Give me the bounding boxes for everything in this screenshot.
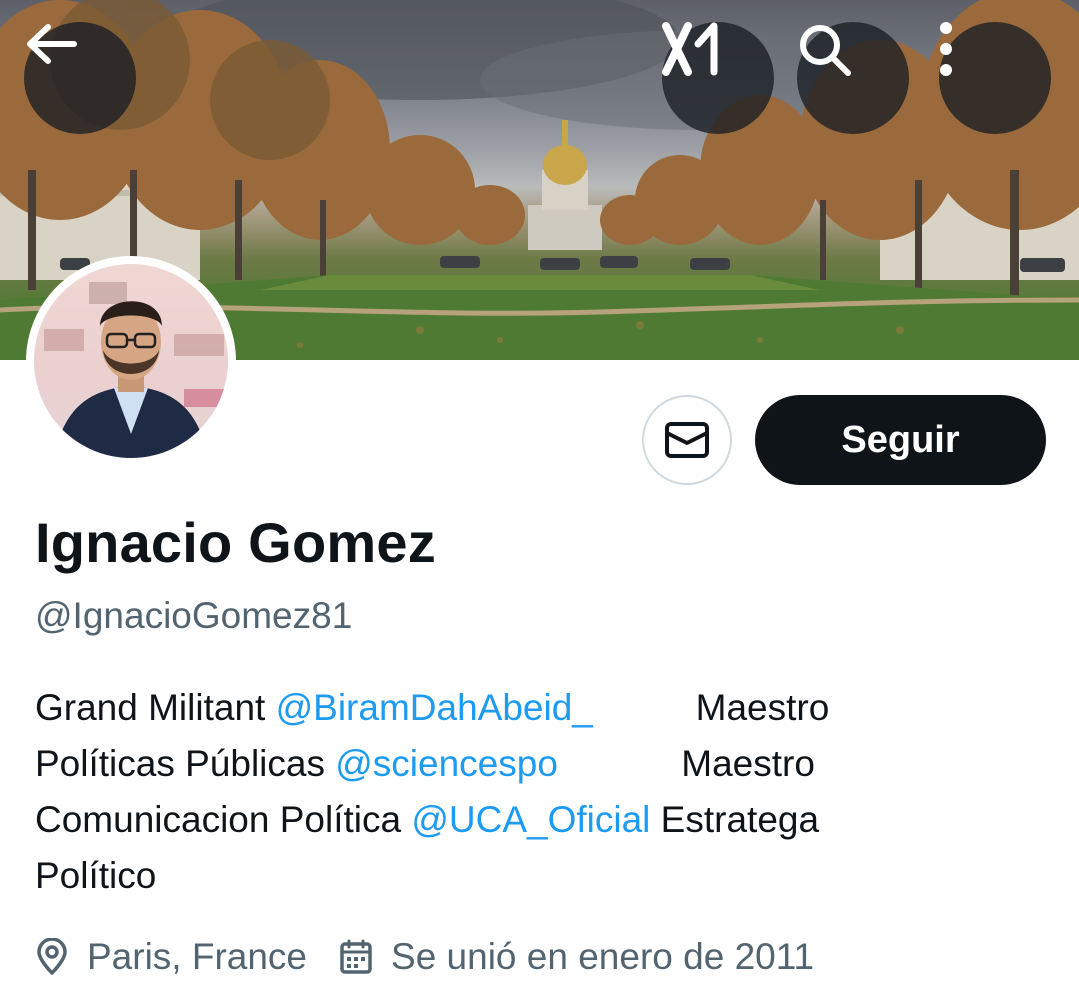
profile-bio: Grand Militant @BiramDahAbeid_ Maestro P…: [35, 680, 1035, 904]
bio-line: Político: [35, 848, 1035, 904]
profile-meta: Paris, France Se unió en enero de 2011: [35, 936, 846, 978]
bio-text: Estratega: [650, 799, 820, 840]
arrow-left-icon: [27, 24, 77, 64]
search-button[interactable]: [797, 22, 909, 134]
grok-logo-icon: [662, 22, 718, 76]
profile-avatar[interactable]: [26, 256, 236, 466]
envelope-icon: [665, 422, 709, 458]
follow-button[interactable]: Seguir: [755, 395, 1046, 485]
display-name: Ignacio Gomez: [35, 511, 436, 574]
username-handle: @IgnacioGomez81: [35, 595, 353, 636]
back-button[interactable]: [24, 22, 136, 134]
bio-line: Políticas Públicas @sciencespo Maestro: [35, 736, 1035, 792]
bio-text: Maestro: [557, 743, 815, 784]
location-item: Paris, France: [35, 936, 307, 978]
bio-text: Grand Militant: [35, 687, 276, 728]
more-options-button[interactable]: [939, 22, 1051, 134]
joined-date-text: Se unió en enero de 2011: [391, 936, 815, 977]
avatar-portrait: [44, 282, 224, 458]
bio-text: Comunicacion Política: [35, 799, 412, 840]
search-icon: [800, 25, 851, 76]
mention-link[interactable]: @UCA_Oficial: [411, 799, 650, 840]
bio-line: Grand Militant @BiramDahAbeid_ Maestro: [35, 680, 1035, 736]
location-text: Paris, France: [87, 936, 308, 977]
mention-link[interactable]: @BiramDahAbeid_: [276, 687, 593, 728]
joined-item: Se unió en enero de 2011: [339, 936, 814, 978]
location-pin-icon: [37, 938, 67, 975]
calendar-icon: [340, 939, 372, 974]
avatar-photo: [34, 264, 228, 458]
mention-link[interactable]: @sciencespo: [335, 743, 558, 784]
bio-line: Comunicacion Política @UCA_Oficial Estra…: [35, 792, 1035, 848]
bio-text: Políticas Públicas: [35, 743, 336, 784]
message-button[interactable]: [642, 395, 732, 485]
grok-button[interactable]: [662, 22, 774, 134]
more-vertical-icon: [940, 22, 952, 76]
bio-text: Político: [35, 855, 157, 896]
bio-text: Maestro: [592, 687, 830, 728]
